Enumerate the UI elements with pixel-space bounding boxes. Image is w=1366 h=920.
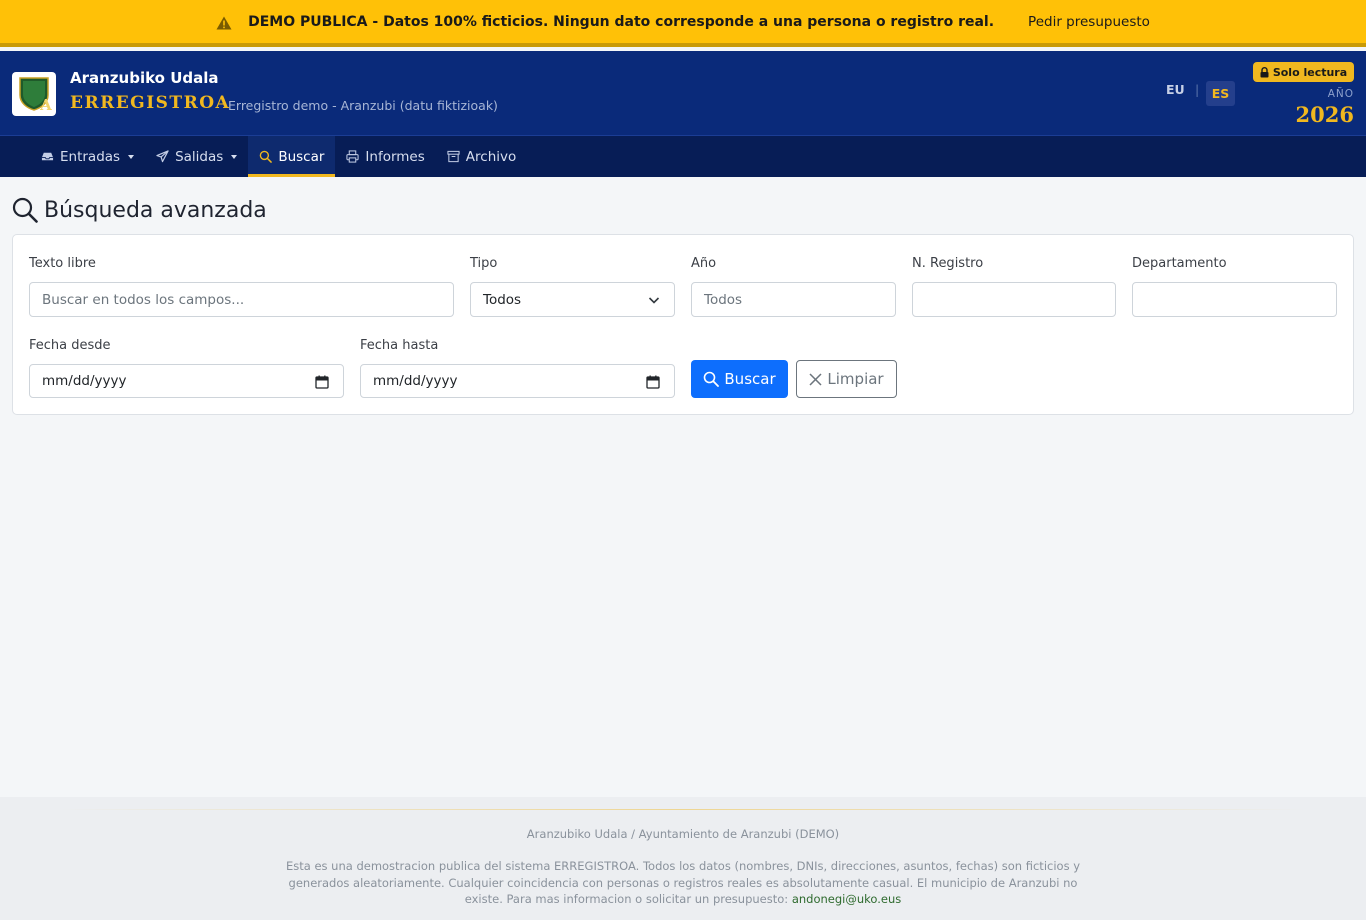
type-selected-value: Todos xyxy=(483,291,522,308)
demo-banner: DEMO PUBLICA - Datos 100% ficticios. Nin… xyxy=(0,0,1366,47)
nav-item-entradas[interactable]: Entradas xyxy=(30,136,145,177)
chevron-down-icon xyxy=(231,154,238,159)
department-label: Departamento xyxy=(1132,256,1227,271)
language-separator: | xyxy=(1195,82,1200,97)
page-title-text: Búsqueda avanzada xyxy=(44,197,267,223)
clear-button-label: Limpiar xyxy=(827,370,884,388)
footer-disclaimer: Esta es una demostracion publica del sis… xyxy=(283,858,1083,908)
search-button-label: Buscar xyxy=(724,370,776,388)
page-title: Búsqueda avanzada xyxy=(12,197,267,223)
contact-email-link[interactable]: andonegi@uko.eus xyxy=(792,892,901,906)
search-icon xyxy=(12,197,38,223)
year-input[interactable]: Todos xyxy=(691,282,896,317)
type-label: Tipo xyxy=(470,256,498,271)
nav-item-label: Salidas xyxy=(175,148,224,165)
language-es-button[interactable]: ES xyxy=(1206,81,1235,106)
date-to-value: mm/dd/yyyy xyxy=(373,373,458,389)
department-input[interactable] xyxy=(1132,282,1337,317)
date-from-input[interactable]: mm/dd/yyyy xyxy=(29,364,344,398)
calendar-icon[interactable] xyxy=(646,375,660,389)
calendar-icon[interactable] xyxy=(315,375,329,389)
nav-item-label: Informes xyxy=(365,148,425,165)
close-icon xyxy=(809,372,822,386)
archive-icon xyxy=(447,150,460,163)
nav-item-informes[interactable]: Informes xyxy=(335,136,435,177)
read-only-badge: Solo lectura xyxy=(1253,62,1354,82)
free-text-placeholder: Buscar en todos los campos... xyxy=(42,291,245,308)
year-label: AÑO xyxy=(1327,88,1354,100)
search-icon xyxy=(704,371,720,387)
request-quote-link[interactable]: Pedir presupuesto xyxy=(1028,14,1150,30)
nav-item-label: Archivo xyxy=(465,148,517,165)
warning-triangle-icon xyxy=(216,15,232,29)
search-icon xyxy=(260,150,273,163)
language-eu-button[interactable]: EU xyxy=(1166,82,1185,97)
logo-letter: A xyxy=(40,96,52,114)
nav-item-salidas[interactable]: Salidas xyxy=(145,136,248,177)
year-placeholder: Todos xyxy=(704,291,743,308)
demo-warning-text: DEMO PUBLICA - Datos 100% ficticios. Nin… xyxy=(248,13,995,30)
date-to-input[interactable]: mm/dd/yyyy xyxy=(360,364,675,398)
nav-item-label: Entradas xyxy=(60,148,121,165)
municipality-logo[interactable]: A xyxy=(12,72,56,116)
clear-button[interactable]: Limpiar xyxy=(796,360,897,398)
registry-number-label: N. Registro xyxy=(912,256,984,271)
printer-icon xyxy=(346,150,360,163)
footer-disclaimer-text: Esta es una demostracion publica del sis… xyxy=(285,859,1081,906)
date-from-label: Fecha desde xyxy=(29,338,111,353)
app-name: ERREGISTROA xyxy=(70,93,231,113)
app-header: A Aranzubiko Udala ERREGISTROA Erregistr… xyxy=(0,51,1366,136)
year-filter-label: Año xyxy=(691,256,717,271)
date-to-label: Fecha hasta xyxy=(360,338,439,353)
free-text-input[interactable]: Buscar en todos los campos... xyxy=(29,282,454,317)
registry-number-input[interactable] xyxy=(912,282,1116,317)
footer-entity: Aranzubiko Udala / Ayuntamiento de Aranz… xyxy=(526,827,840,841)
nav-item-buscar[interactable]: Buscar xyxy=(248,136,336,177)
app-subtitle: Erregistro demo - Aranzubi (datu fiktizi… xyxy=(228,98,498,113)
read-only-label: Solo lectura xyxy=(1272,65,1348,79)
year-value: 2026 xyxy=(1295,102,1354,127)
main-navigation: Entradas Salidas Buscar Informes Archivo xyxy=(0,136,1366,177)
nav-item-label: Buscar xyxy=(278,148,325,165)
type-select[interactable]: Todos xyxy=(470,282,675,317)
footer-divider xyxy=(60,809,1306,810)
nav-item-archivo[interactable]: Archivo xyxy=(436,136,527,177)
search-form-card: Texto libre Tipo Año N. Registro Departa… xyxy=(12,234,1354,415)
chevron-down-icon xyxy=(648,297,660,304)
organization-name: Aranzubiko Udala xyxy=(70,69,219,87)
chevron-down-icon xyxy=(128,154,135,159)
search-button[interactable]: Buscar xyxy=(691,360,788,398)
free-text-label: Texto libre xyxy=(29,256,96,271)
date-from-value: mm/dd/yyyy xyxy=(42,373,127,389)
page-footer: Aranzubiko Udala / Ayuntamiento de Aranz… xyxy=(0,797,1366,920)
inbox-icon xyxy=(41,152,54,161)
send-icon xyxy=(156,150,169,163)
lock-icon xyxy=(1260,66,1269,77)
